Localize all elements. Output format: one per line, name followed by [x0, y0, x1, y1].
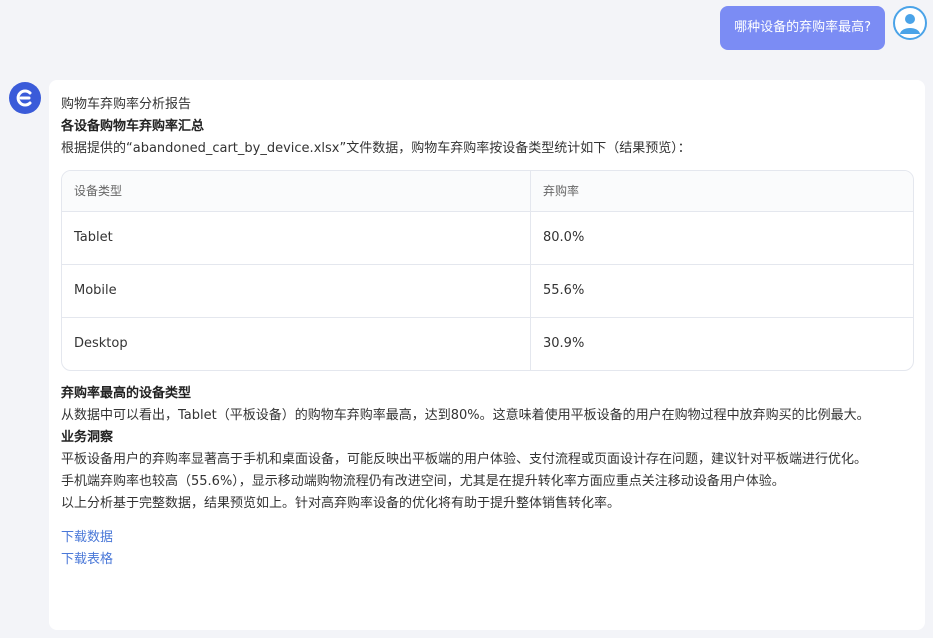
- table-cell-device: Desktop: [62, 317, 531, 370]
- insight-tablet: 平板设备用户的弃购率显著高于手机和桌面设备，可能反映出平板端的用户体验、支付流程…: [61, 452, 868, 467]
- section-heading-insights: 业务洞察: [61, 430, 114, 445]
- bot-response-card: 购物车弃购率分析报告 各设备购物车弃购率汇总 根据提供的“abandoned_c…: [49, 80, 925, 630]
- table-cell-rate: 80.0%: [530, 211, 913, 265]
- insight-mobile: 手机端弃购率也较高（55.6%），显示移动端购物流程仍有改进空间，尤其是在提升转…: [61, 474, 785, 489]
- column-header-device: 设备类型: [62, 171, 531, 212]
- section-heading-highest: 弃购率最高的设备类型: [61, 386, 192, 401]
- user-message-bubble: 哪种设备的弃购率最高?: [720, 6, 885, 50]
- user-avatar-icon[interactable]: [893, 6, 927, 40]
- table-row: Mobile 55.6%: [62, 264, 913, 318]
- highest-explanation: 从数据中可以看出，Tablet（平板设备）的购物车弃购率最高，达到80%。这意味…: [61, 408, 870, 423]
- table-header-row: 设备类型 弃购率: [62, 171, 913, 212]
- report-title: 购物车弃购率分析报告: [61, 97, 192, 112]
- table-cell-device: Mobile: [62, 264, 531, 318]
- table-cell-rate: 55.6%: [530, 264, 913, 318]
- table-cell-device: Tablet: [62, 211, 531, 265]
- result-table: 设备类型 弃购率 Tablet 80.0% Mobile 55.6% Deskt…: [61, 170, 914, 371]
- report-intro: 根据提供的“abandoned_cart_by_device.xlsx”文件数据…: [61, 141, 691, 156]
- table-row: Desktop 30.9%: [62, 317, 913, 370]
- table-cell-rate: 30.9%: [530, 317, 913, 370]
- table-row: Tablet 80.0%: [62, 211, 913, 265]
- user-message-row: 哪种设备的弃购率最高?: [720, 6, 927, 50]
- download-data-link[interactable]: 下载数据: [61, 527, 913, 549]
- column-header-rate: 弃购率: [530, 171, 913, 212]
- bot-logo-icon: [9, 82, 41, 114]
- section-heading-summary: 各设备购物车弃购率汇总: [61, 119, 205, 134]
- report-summary: 以上分析基于完整数据，结果预览如上。针对高弃购率设备的优化将有助于提升整体销售转…: [61, 496, 621, 511]
- download-table-link[interactable]: 下载表格: [61, 549, 913, 571]
- download-links: 下载数据 下载表格: [61, 527, 913, 571]
